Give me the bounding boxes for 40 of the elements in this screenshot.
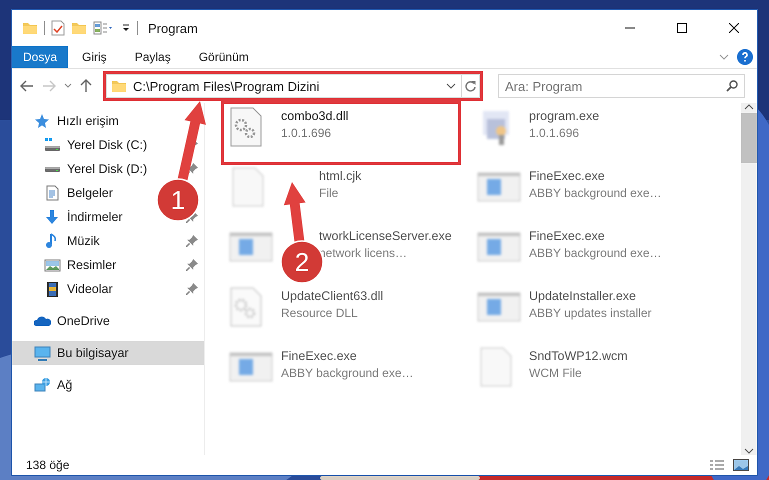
window-title: Program	[148, 20, 199, 36]
file-detail: ABBY updates installer	[529, 306, 652, 320]
file-detail: 1.0.1.696	[281, 126, 332, 140]
nav-item[interactable]: Videolar	[67, 282, 113, 296]
file-name[interactable]: FineExec.exe	[529, 229, 662, 243]
file-name[interactable]: FineExec.exe	[529, 169, 662, 183]
file-detail: 1.0.1.696	[529, 126, 580, 140]
ribbon-tab[interactable]: Giriş	[68, 46, 121, 68]
file-name[interactable]: program.exe	[529, 109, 600, 123]
ribbon-tab[interactable]: Dosya	[12, 46, 68, 68]
nav-item[interactable]: İndirmeler	[67, 210, 123, 224]
search-field[interactable]: Ara: Program	[498, 74, 745, 98]
file-name[interactable]: SndToWP12.wcm	[529, 349, 628, 363]
callout-number: 2	[294, 247, 310, 277]
nav-item[interactable]: Belgeler	[67, 186, 113, 200]
ribbon-tab[interactable]: Paylaş	[120, 46, 185, 68]
file-name[interactable]: combo3d.dll	[281, 109, 348, 123]
file-name[interactable]: UpdateInstaller.exe	[529, 289, 652, 303]
item-count: 138 öğe	[26, 458, 70, 472]
file-detail: ABBY background exe…	[281, 366, 414, 380]
nav-item[interactable]: OneDrive	[57, 314, 110, 328]
nav-item[interactable]: Ağ	[57, 378, 72, 392]
nav-item[interactable]: Resimler	[67, 258, 116, 272]
nav-item[interactable]: Yerel Disk (D:)	[67, 162, 148, 176]
address-bar[interactable]: C:\Program Files\Program Dizini	[106, 74, 480, 98]
file-detail: File	[319, 186, 340, 200]
file-detail: WCM File	[529, 366, 583, 380]
file-detail: ABBY background exe…	[529, 246, 662, 260]
file-detail: ABBY background exe…	[529, 186, 662, 200]
file-detail: Resource DLL	[281, 306, 359, 320]
file-name[interactable]: UpdateClient63.dll	[281, 289, 384, 303]
file-name[interactable]: html.cjk	[319, 169, 362, 183]
file-name[interactable]: FineExec.exe	[281, 349, 414, 363]
nav-item[interactable]: Yerel Disk (C:)	[67, 138, 148, 152]
file-name[interactable]: tworkLicenseServer.exe	[319, 229, 452, 243]
nav-item[interactable]: Hızlı erişim	[57, 114, 119, 128]
nav-item[interactable]: Müzik	[67, 234, 100, 248]
callout-number: 1	[170, 185, 186, 215]
nav-item[interactable]: Bu bilgisayar	[12, 341, 204, 365]
ribbon-tab[interactable]: Görünüm	[184, 46, 263, 68]
